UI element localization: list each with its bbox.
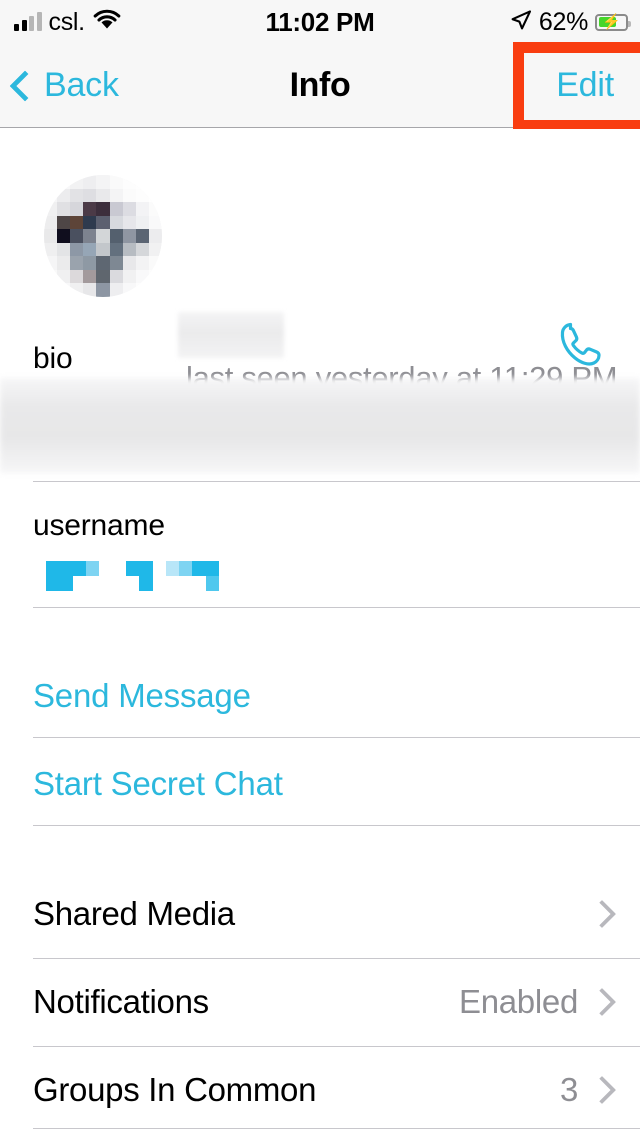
groups-in-common-row[interactable]: Groups In Common 3	[0, 1046, 640, 1134]
chevron-right-icon	[587, 987, 617, 1017]
send-message-row[interactable]: Send Message	[33, 677, 251, 715]
divider-secret-chat	[33, 825, 640, 826]
clock-label: 11:02 PM	[265, 6, 375, 37]
notifications-row[interactable]: Notifications Enabled	[0, 958, 640, 1046]
username-label: username	[33, 509, 165, 542]
groups-in-common-label: Groups In Common	[33, 1071, 317, 1108]
chevron-right-icon	[587, 1075, 617, 1105]
start-secret-chat-row[interactable]: Start Secret Chat	[33, 765, 283, 803]
bio-value-redacted	[0, 378, 640, 473]
chevron-right-icon	[587, 899, 617, 929]
username-value-redacted	[33, 561, 219, 591]
navigation-bar: Back Info Edit	[0, 44, 640, 128]
divider-username	[33, 607, 640, 608]
avatar[interactable]	[44, 175, 162, 297]
profile-header[interactable]: last seen yesterday at 11:29 PM	[0, 129, 640, 395]
phone-icon[interactable]	[553, 318, 605, 370]
notifications-value: Enabled	[458, 983, 578, 1020]
edit-button[interactable]: Edit	[556, 44, 614, 127]
divider-bio	[33, 481, 640, 482]
status-bar-right: 62% ⚡	[510, 0, 631, 44]
battery-charging-icon: ⚡	[595, 13, 631, 31]
contact-name-redacted	[178, 312, 284, 358]
divider-groups-in-common	[33, 1128, 640, 1129]
groups-in-common-value: 3	[559, 1071, 578, 1108]
phone-screen: csl. 11:02 PM 62% ⚡ Back Info Edit bio u…	[0, 0, 640, 1136]
location-arrow-icon	[510, 9, 532, 36]
notifications-label: Notifications	[33, 983, 209, 1020]
page-title: Info	[289, 66, 351, 104]
avatar-pixelation	[44, 175, 162, 297]
divider-send-message	[33, 737, 640, 738]
battery-percent-label: 62%	[538, 7, 588, 36]
shared-media-row[interactable]: Shared Media	[0, 870, 640, 958]
bio-label: bio	[33, 342, 73, 375]
shared-media-label: Shared Media	[33, 895, 235, 932]
status-bar: csl. 11:02 PM 62% ⚡	[0, 0, 640, 44]
